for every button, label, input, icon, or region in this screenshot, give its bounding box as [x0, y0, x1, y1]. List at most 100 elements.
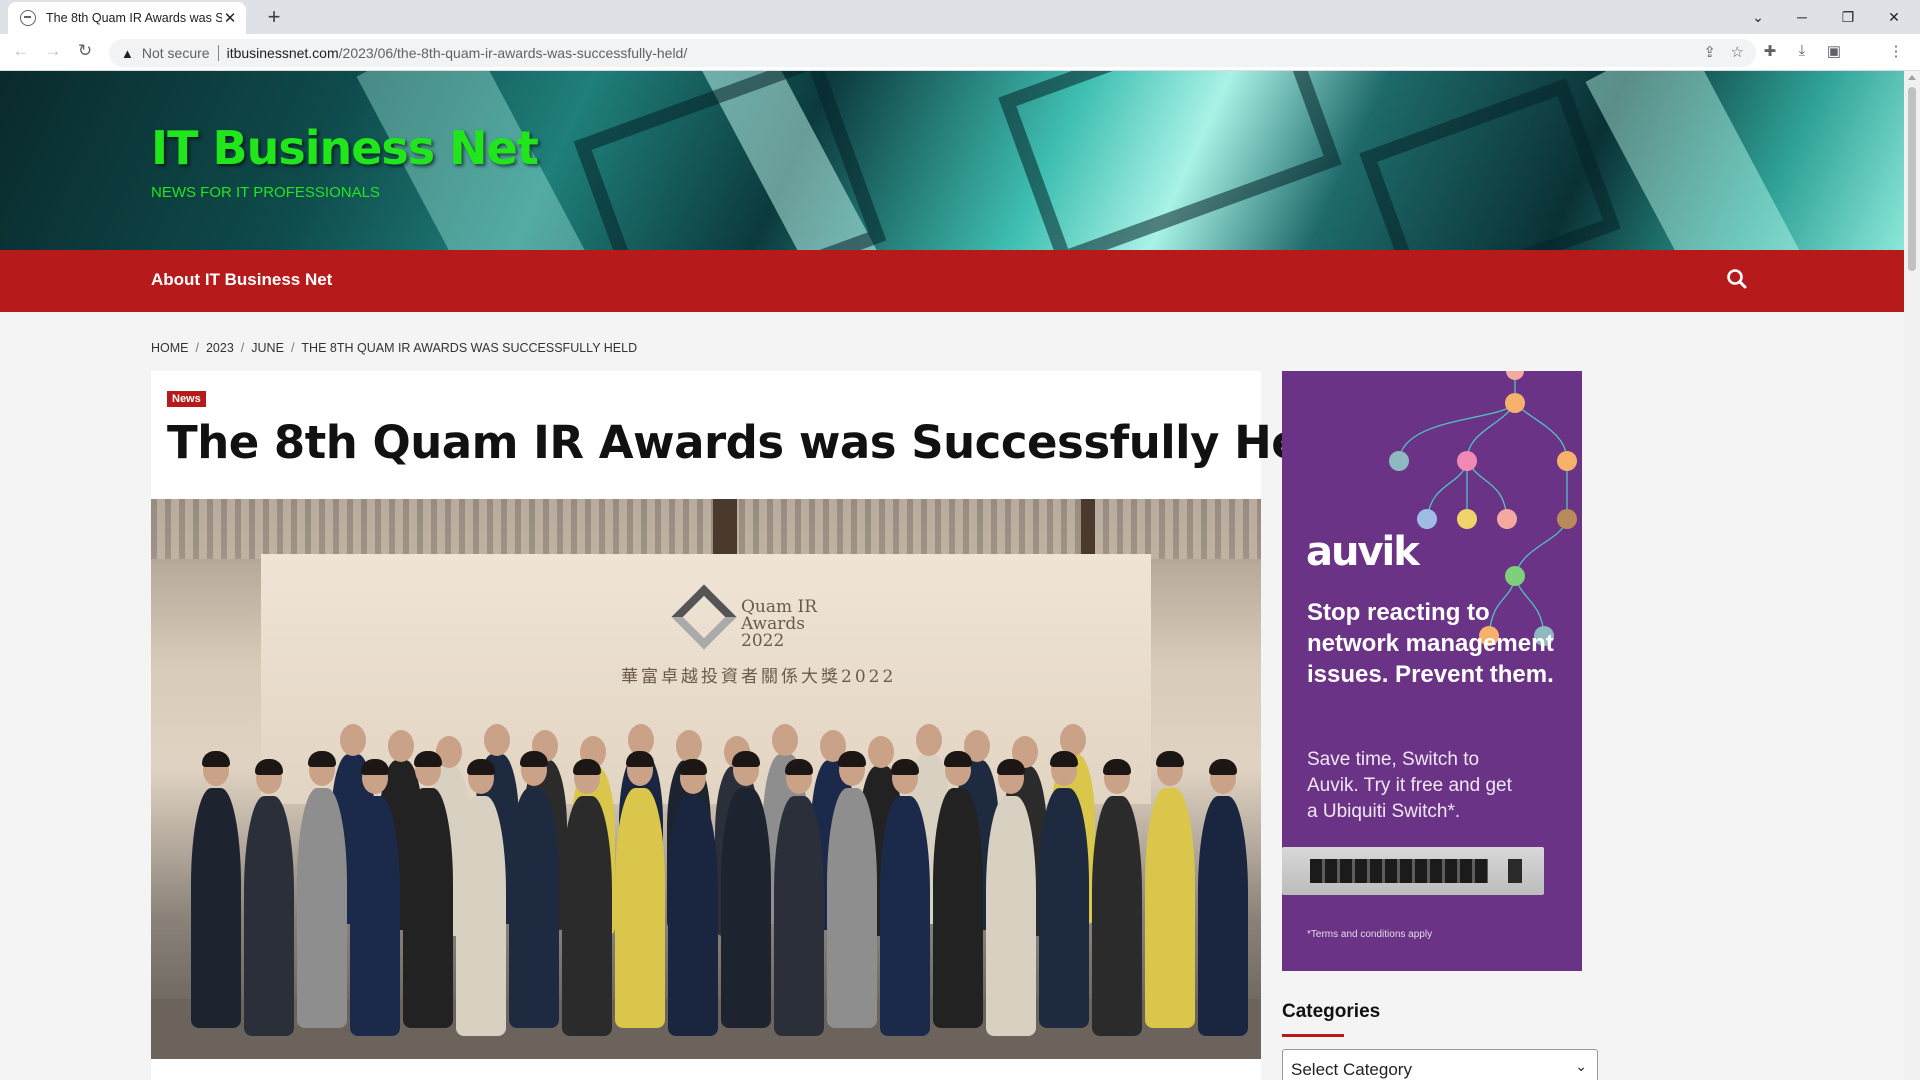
person-head — [340, 724, 366, 756]
tab-title: The 8th Quam IR Awards was Successfully … — [46, 11, 222, 25]
browser-tab[interactable]: The 8th Quam IR Awards was Successfully … — [8, 2, 246, 34]
browser-toolbar: ← → ↻ ▲ Not secure itbusinessnet.com /20… — [0, 34, 1920, 71]
bookmark-star-icon[interactable]: ☆ — [1731, 43, 1744, 61]
globe-icon — [20, 10, 36, 26]
breadcrumb-year[interactable]: 2023 — [206, 341, 234, 355]
person-front-row — [933, 788, 983, 1028]
browser-tab-bar: The 8th Quam IR Awards was Successfully … — [0, 0, 1920, 34]
person-hair — [573, 759, 601, 775]
person-hair — [891, 759, 919, 775]
heading-underline — [1282, 1034, 1344, 1037]
search-icon[interactable] — [1726, 268, 1748, 290]
person-head — [916, 724, 942, 756]
person-head — [868, 736, 894, 768]
person-hair — [255, 759, 283, 775]
category-select[interactable]: Select Category ⌄ — [1282, 1049, 1598, 1080]
person-front-row — [456, 796, 506, 1036]
url-host: itbusinessnet.com — [226, 45, 339, 61]
breadcrumb: HOME / 2023 / JUNE / THE 8TH QUAM IR AWA… — [151, 341, 637, 355]
url-path: /2023/06/the-8th-quam-ir-awards-was-succ… — [338, 45, 688, 61]
menu-kebab-icon[interactable]: ⋮ — [1885, 42, 1907, 60]
extensions-icon[interactable]: ✚ — [1759, 42, 1781, 60]
page-viewport: IT Business Net NEWS FOR IT PROFESSIONAL… — [0, 71, 1904, 1080]
person-head — [484, 724, 510, 756]
breadcrumb-separator: / — [290, 341, 295, 355]
nav-about-link[interactable]: About IT Business Net — [151, 270, 332, 290]
person-hair — [732, 751, 760, 767]
restore-icon[interactable]: ❐ — [1832, 9, 1864, 26]
photo-brand-text: Quam IR Awards 2022 — [741, 599, 817, 650]
person-hair — [1050, 751, 1078, 767]
breadcrumb-home[interactable]: HOME — [151, 341, 189, 355]
person-front-row — [1039, 788, 1089, 1028]
ad-headline: Stop reacting to network management issu… — [1307, 599, 1554, 688]
person-front-row — [403, 788, 453, 1028]
site-tagline: NEWS FOR IT PROFESSIONALS — [151, 184, 380, 201]
person-hair — [520, 751, 548, 767]
person-hair — [679, 759, 707, 775]
person-head — [388, 730, 414, 762]
person-front-row — [721, 788, 771, 1028]
person-front-row — [1092, 796, 1142, 1036]
back-icon[interactable]: ← — [9, 41, 33, 61]
article-card: News The 8th Quam IR Awards was Successf… — [151, 371, 1348, 1080]
window-controls: ⌄ ─ ❐ ✕ — [1742, 0, 1910, 34]
ad-body-text: Save time, Switch to Auvik. Try it free … — [1307, 749, 1512, 822]
chevron-down-icon: ⌄ — [1575, 1058, 1587, 1074]
auvik-ad-banner[interactable]: auvik Stop reacting to network managemen… — [1282, 371, 1582, 971]
person-front-row — [668, 796, 718, 1036]
person-hair — [626, 751, 654, 767]
auvik-logo: auvik — [1306, 529, 1420, 575]
close-tab-icon[interactable]: ✕ — [222, 9, 238, 27]
person-hair — [944, 751, 972, 767]
new-tab-button[interactable]: + — [262, 4, 286, 30]
forward-icon[interactable]: → — [41, 41, 65, 61]
article-headline: The 8th Quam IR Awards was Successfully … — [167, 416, 1348, 469]
minimize-icon[interactable]: ─ — [1786, 9, 1818, 25]
person-hair — [467, 759, 495, 775]
person-hair — [1156, 751, 1184, 767]
photo-brand-year: 2022 — [741, 631, 785, 651]
person-front-row — [827, 788, 877, 1028]
photo-chinese-title: 華富卓越投資者關係大獎2022 — [621, 667, 897, 687]
download-icon[interactable]: ⤓ — [1791, 42, 1813, 59]
page-scrollbar[interactable] — [1904, 71, 1920, 1080]
network-switch-image — [1282, 847, 1544, 895]
person-hair — [202, 751, 230, 767]
scrollbar-thumb[interactable] — [1908, 87, 1916, 271]
person-front-row — [191, 788, 241, 1028]
reload-icon[interactable]: ↻ — [73, 41, 97, 61]
person-front-row — [297, 788, 347, 1028]
person-hair — [997, 759, 1025, 775]
person-hair — [308, 751, 336, 767]
person-hair — [1103, 759, 1131, 775]
category-badge[interactable]: News — [167, 391, 206, 407]
tab-search-icon[interactable]: ⌄ — [1742, 9, 1774, 26]
person-head — [676, 730, 702, 762]
scroll-up-arrow[interactable] — [1908, 75, 1916, 80]
person-front-row — [562, 796, 612, 1036]
person-front-row — [350, 796, 400, 1036]
share-icon[interactable]: ⇪ — [1703, 43, 1716, 61]
breadcrumb-month[interactable]: JUNE — [251, 341, 284, 355]
category-select-value: Select Category — [1291, 1060, 1412, 1079]
article-featured-image: Quam IR Awards 2022 華富卓越投資者關係大獎2022 — [151, 499, 1261, 1059]
person-front-row — [1198, 796, 1248, 1036]
security-label: Not secure — [141, 45, 210, 61]
person-hair — [1209, 759, 1237, 775]
categories-heading: Categories — [1282, 1001, 1381, 1022]
person-front-row — [880, 796, 930, 1036]
person-hair — [414, 751, 442, 767]
site-header-banner: IT Business Net NEWS FOR IT PROFESSIONAL… — [0, 71, 1904, 250]
person-front-row — [774, 796, 824, 1036]
person-hair — [785, 759, 813, 775]
person-hair — [838, 751, 866, 767]
side-panel-icon[interactable]: ▣ — [1823, 42, 1845, 60]
site-title[interactable]: IT Business Net — [151, 121, 539, 175]
person-front-row — [244, 796, 294, 1036]
close-window-icon[interactable]: ✕ — [1878, 9, 1910, 26]
person-front-row — [615, 788, 665, 1028]
address-bar[interactable]: ▲ Not secure itbusinessnet.com /2023/06/… — [109, 39, 1756, 67]
person-front-row — [509, 788, 559, 1028]
ad-terms: *Terms and conditions apply — [1307, 929, 1433, 940]
